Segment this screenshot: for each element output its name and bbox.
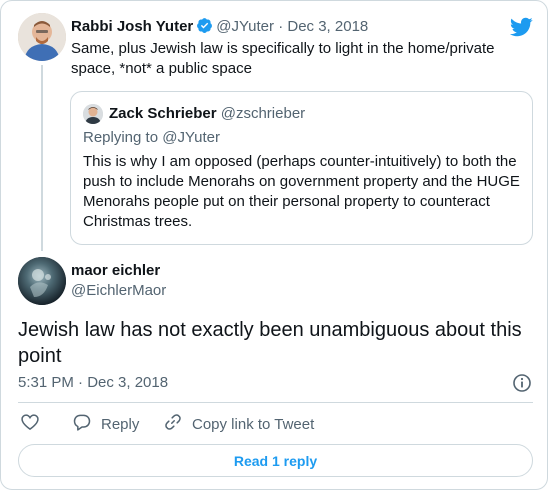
main-tweet-text: Jewish law has not exactly been unambigu…	[18, 319, 522, 367]
reply-label: Reply	[101, 415, 140, 433]
quoted-tweet[interactable]: Zack Schrieber @zschrieber Replying to @…	[70, 91, 533, 245]
copy-link-label: Copy link to Tweet	[192, 415, 315, 433]
actions-divider	[18, 402, 533, 403]
read-replies-button[interactable]: Read 1 reply	[18, 444, 533, 477]
parent-handle[interactable]: @JYuter	[216, 18, 274, 35]
reply-button[interactable]: Reply	[72, 413, 139, 435]
quoted-author-avatar	[83, 104, 103, 124]
parent-tweet-text: Same, plus Jewish law is specifically to…	[71, 40, 495, 77]
thread-connector-line	[41, 65, 43, 251]
quoted-author-name: Zack Schrieber	[109, 105, 217, 122]
quoted-tweet-header: Zack Schrieber @zschrieber	[109, 104, 305, 124]
heart-icon	[20, 412, 49, 436]
parent-date[interactable]: Dec 3, 2018	[287, 18, 368, 35]
quoted-replying-to: Replying to @JYuter	[83, 129, 220, 146]
main-handle[interactable]: @EichlerMaor	[71, 281, 166, 301]
like-button[interactable]	[20, 413, 49, 435]
parent-author-name[interactable]: Rabbi Josh Yuter	[71, 18, 193, 35]
main-author-avatar[interactable]	[18, 257, 66, 305]
link-icon	[163, 412, 192, 436]
verified-badge-icon	[196, 17, 213, 40]
twitter-bird-icon[interactable]	[509, 15, 533, 39]
parent-author-avatar[interactable]	[18, 13, 66, 61]
quoted-tweet-text: This is why I am opposed (perhaps counte…	[83, 153, 520, 230]
tweet-embed-card: Rabbi Josh Yuter @JYuter · Dec 3, 2018 Sa…	[0, 0, 548, 490]
copy-link-button[interactable]: Copy link to Tweet	[163, 413, 314, 435]
main-author-name[interactable]: maor eichler	[71, 261, 160, 281]
reply-bubble-icon	[72, 412, 101, 436]
quoted-handle: @zschrieber	[220, 105, 306, 122]
parent-tweet-header: Rabbi Josh Yuter @JYuter · Dec 3, 2018	[71, 17, 368, 40]
info-icon[interactable]	[512, 373, 532, 393]
tweet-timestamp[interactable]: 5:31 PM · Dec 3, 2018	[18, 373, 168, 393]
